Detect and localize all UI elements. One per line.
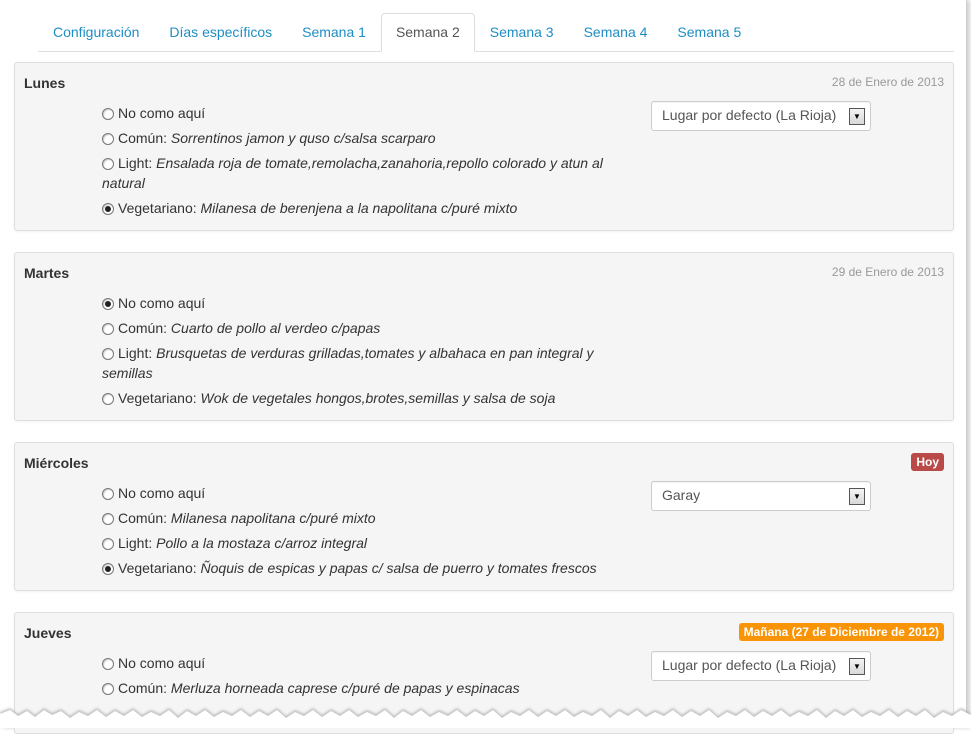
day-date: 28 de Enero de 2013: [831, 75, 944, 89]
tab-semana-4[interactable]: Semana 4: [569, 13, 663, 51]
option-label: Común:: [118, 130, 168, 146]
option-label: No como aquí: [118, 105, 206, 121]
location-value: Lugar por defecto (La Rioja): [662, 107, 837, 123]
location-select[interactable]: Lugar por defecto (La Rioja) ▼: [651, 101, 871, 131]
page-shell: Configuración Días específicos Semana 1 …: [0, 0, 967, 734]
menu-options: No como aquí Común: Merluza horneada cap…: [102, 653, 632, 703]
option-label: Vegetariano:: [118, 390, 197, 406]
radio-button[interactable]: [102, 513, 114, 525]
dish-name: Wok de vegetales hongos,brotes,semillas …: [200, 390, 556, 406]
today-badge: Hoy: [911, 453, 944, 471]
option-label: Light:: [118, 535, 153, 551]
radio-button[interactable]: [102, 538, 114, 550]
option-comun[interactable]: Común: Sorrentinos jamon y quso c/salsa …: [102, 128, 632, 148]
dish-name: Pollo a la mostaza c/arroz integral: [156, 535, 368, 551]
week-tabs: Configuración Días específicos Semana 1 …: [38, 13, 954, 52]
option-label: No como aquí: [118, 655, 206, 671]
dish-name: Milanesa de berenjena a la napolitana c/…: [200, 200, 518, 216]
dish-name: Merluza horneada caprese c/puré de papas…: [170, 680, 520, 696]
option-label: Común:: [118, 510, 168, 526]
radio-button[interactable]: [102, 298, 114, 310]
option-label: No como aquí: [118, 295, 206, 311]
option-no-como[interactable]: No como aquí: [102, 653, 632, 673]
tab-semana-2[interactable]: Semana 2: [380, 13, 475, 52]
option-light[interactable]: Light: Pollo a la mostaza c/arroz integr…: [102, 533, 632, 553]
day-name: Lunes: [24, 75, 66, 91]
day-panel-lunes: Lunes 28 de Enero de 2013 No como aquí C…: [14, 62, 954, 231]
radio-button[interactable]: [102, 393, 114, 405]
option-no-como[interactable]: No como aquí: [102, 103, 632, 123]
option-comun[interactable]: Común: Cuarto de pollo al verdeo c/papas: [102, 318, 632, 338]
radio-button[interactable]: [102, 683, 114, 695]
option-vegetariano[interactable]: Vegetariano: Wok de vegetales hongos,bro…: [102, 388, 632, 408]
option-comun[interactable]: Común: Merluza horneada caprese c/puré d…: [102, 678, 632, 698]
dropdown-arrow-icon[interactable]: ▼: [849, 108, 865, 125]
option-vegetariano[interactable]: Vegetariano: Milanesa de berenjena a la …: [102, 198, 632, 218]
day-name: Martes: [24, 265, 70, 281]
option-vegetariano[interactable]: Vegetariano: Ñoquis de espicas y papas c…: [102, 558, 632, 578]
menu-options: No como aquí Común: Sorrentinos jamon y …: [102, 103, 632, 223]
option-label: Vegetariano:: [118, 200, 197, 216]
option-label: Común:: [118, 680, 168, 696]
dish-name: Milanesa napolitana c/puré mixto: [170, 510, 376, 526]
day-name: Jueves: [24, 625, 72, 641]
radio-button[interactable]: [102, 108, 114, 120]
day-date: 29 de Enero de 2013: [831, 265, 944, 279]
tomorrow-badge: Mañana (27 de Diciembre de 2012): [738, 623, 944, 641]
option-no-como[interactable]: No como aquí: [102, 483, 632, 503]
menu-options: No como aquí Común: Milanesa napolitana …: [102, 483, 632, 583]
option-no-como[interactable]: No como aquí: [102, 293, 632, 313]
dropdown-arrow-icon[interactable]: ▼: [849, 658, 865, 675]
tab-semana-1[interactable]: Semana 1: [287, 13, 381, 51]
tab-semana-5[interactable]: Semana 5: [662, 13, 756, 51]
radio-button[interactable]: [102, 203, 114, 215]
dish-name: Ñoquis de espicas y papas c/ salsa de pu…: [200, 560, 597, 576]
option-light[interactable]: Light: Ensalada roja de tomate,remolacha…: [102, 153, 632, 193]
dropdown-arrow-icon[interactable]: ▼: [849, 488, 865, 505]
radio-button[interactable]: [102, 158, 114, 170]
option-label: Light:: [118, 345, 153, 361]
option-label: Común:: [118, 320, 168, 336]
option-label: No como aquí: [118, 485, 206, 501]
dish-name: Sorrentinos jamon y quso c/salsa scarpar…: [170, 130, 436, 146]
day-panel-martes: Martes 29 de Enero de 2013 No como aquí …: [14, 252, 954, 421]
day-panel-miercoles: Miércoles Hoy No como aquí Común: Milane…: [14, 442, 954, 591]
radio-button[interactable]: [102, 133, 114, 145]
dish-name: Ensalada roja de tomate,remolacha,zanaho…: [102, 155, 603, 191]
radio-button[interactable]: [102, 563, 114, 575]
location-select[interactable]: Garay ▼: [651, 481, 871, 511]
dish-name: Brusquetas de verduras grilladas,tomates…: [102, 345, 594, 381]
dish-name: Cuarto de pollo al verdeo c/papas: [170, 320, 381, 336]
day-name: Miércoles: [24, 455, 89, 471]
location-value: Lugar por defecto (La Rioja): [662, 657, 837, 673]
option-label: Vegetariano:: [118, 560, 197, 576]
torn-edge-decoration: [0, 708, 971, 728]
radio-button[interactable]: [102, 658, 114, 670]
radio-button[interactable]: [102, 348, 114, 360]
radio-button[interactable]: [102, 323, 114, 335]
option-comun[interactable]: Común: Milanesa napolitana c/puré mixto: [102, 508, 632, 528]
tab-configuracion[interactable]: Configuración: [38, 13, 154, 51]
tab-semana-3[interactable]: Semana 3: [475, 13, 569, 51]
option-label: Light:: [118, 155, 153, 171]
location-select[interactable]: Lugar por defecto (La Rioja) ▼: [651, 651, 871, 681]
location-value: Garay: [662, 487, 701, 503]
menu-options: No como aquí Común: Cuarto de pollo al v…: [102, 293, 632, 413]
radio-button[interactable]: [102, 488, 114, 500]
tab-dias-especificos[interactable]: Días específicos: [154, 13, 287, 51]
option-light[interactable]: Light: Brusquetas de verduras grilladas,…: [102, 343, 632, 383]
